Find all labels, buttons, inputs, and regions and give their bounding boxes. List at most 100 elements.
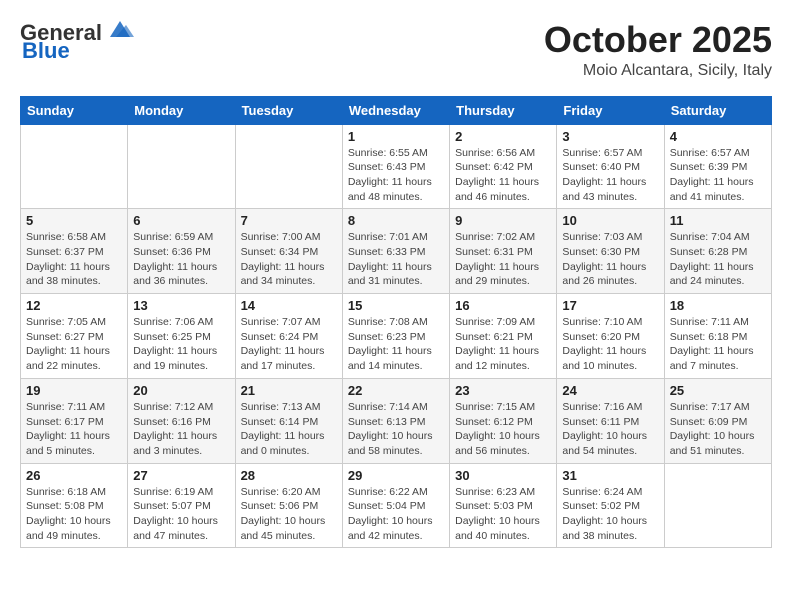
day-number: 1	[348, 129, 444, 144]
day-info: Sunrise: 7:13 AM Sunset: 6:14 PM Dayligh…	[241, 400, 337, 459]
day-number: 4	[670, 129, 766, 144]
day-number: 18	[670, 298, 766, 313]
day-info: Sunrise: 7:09 AM Sunset: 6:21 PM Dayligh…	[455, 315, 551, 374]
day-number: 3	[562, 129, 658, 144]
weekday-header-monday: Monday	[128, 96, 235, 124]
day-info: Sunrise: 6:59 AM Sunset: 6:36 PM Dayligh…	[133, 230, 229, 289]
day-info: Sunrise: 7:04 AM Sunset: 6:28 PM Dayligh…	[670, 230, 766, 289]
calendar-day-cell: 3 Sunrise: 6:57 AM Sunset: 6:40 PM Daylig…	[557, 124, 664, 209]
day-info: Sunrise: 7:07 AM Sunset: 6:24 PM Dayligh…	[241, 315, 337, 374]
calendar-day-cell: 12 Sunrise: 7:05 AM Sunset: 6:27 PM Dayli…	[21, 294, 128, 379]
calendar-empty-cell	[128, 124, 235, 209]
logo-icon	[106, 19, 134, 39]
day-number: 27	[133, 468, 229, 483]
calendar-week-row: 1 Sunrise: 6:55 AM Sunset: 6:43 PM Daylig…	[21, 124, 772, 209]
day-info: Sunrise: 7:14 AM Sunset: 6:13 PM Dayligh…	[348, 400, 444, 459]
day-info: Sunrise: 7:03 AM Sunset: 6:30 PM Dayligh…	[562, 230, 658, 289]
day-info: Sunrise: 6:20 AM Sunset: 5:06 PM Dayligh…	[241, 485, 337, 544]
calendar-week-row: 26Sunrise: 6:18 AM Sunset: 5:08 PM Dayli…	[21, 463, 772, 548]
calendar-empty-cell	[21, 124, 128, 209]
day-number: 2	[455, 129, 551, 144]
calendar-week-row: 12 Sunrise: 7:05 AM Sunset: 6:27 PM Dayli…	[21, 294, 772, 379]
logo: General Blue	[20, 20, 134, 64]
calendar-week-row: 5 Sunrise: 6:58 AM Sunset: 6:37 PM Daylig…	[21, 209, 772, 294]
weekday-header-tuesday: Tuesday	[235, 96, 342, 124]
day-info: Sunrise: 7:10 AM Sunset: 6:20 PM Dayligh…	[562, 315, 658, 374]
day-info: Sunrise: 7:06 AM Sunset: 6:25 PM Dayligh…	[133, 315, 229, 374]
calendar-day-cell: 29 Sunrise: 6:22 AM Sunset: 5:04 PM Dayli…	[342, 463, 449, 548]
day-info: Sunrise: 7:05 AM Sunset: 6:27 PM Dayligh…	[26, 315, 122, 374]
calendar-day-cell: 14 Sunrise: 7:07 AM Sunset: 6:24 PM Dayli…	[235, 294, 342, 379]
day-number: 14	[241, 298, 337, 313]
day-number: 19	[26, 383, 122, 398]
weekday-header-thursday: Thursday	[450, 96, 557, 124]
day-info: Sunrise: 6:57 AM Sunset: 6:40 PM Dayligh…	[562, 146, 658, 205]
title-block: October 2025 Moio Alcantara, Sicily, Ita…	[544, 20, 772, 80]
day-number: 31	[562, 468, 658, 483]
calendar-day-cell: 23Sunrise: 7:15 AM Sunset: 6:12 PM Dayli…	[450, 378, 557, 463]
day-info: Sunrise: 7:02 AM Sunset: 6:31 PM Dayligh…	[455, 230, 551, 289]
logo-blue: Blue	[22, 38, 70, 64]
weekday-header-wednesday: Wednesday	[342, 96, 449, 124]
calendar-day-cell: 16Sunrise: 7:09 AM Sunset: 6:21 PM Dayli…	[450, 294, 557, 379]
day-info: Sunrise: 7:15 AM Sunset: 6:12 PM Dayligh…	[455, 400, 551, 459]
day-number: 24	[562, 383, 658, 398]
calendar-day-cell: 15 Sunrise: 7:08 AM Sunset: 6:23 PM Dayli…	[342, 294, 449, 379]
day-number: 17	[562, 298, 658, 313]
day-number: 12	[26, 298, 122, 313]
day-info: Sunrise: 7:11 AM Sunset: 6:17 PM Dayligh…	[26, 400, 122, 459]
day-info: Sunrise: 6:57 AM Sunset: 6:39 PM Dayligh…	[670, 146, 766, 205]
calendar-day-cell: 30 Sunrise: 6:23 AM Sunset: 5:03 PM Dayli…	[450, 463, 557, 548]
calendar-empty-cell	[664, 463, 771, 548]
day-number: 13	[133, 298, 229, 313]
page-header: General Blue October 2025 Moio Alcantara…	[20, 20, 772, 80]
calendar-table: SundayMondayTuesdayWednesdayThursdayFrid…	[20, 96, 772, 549]
day-number: 28	[241, 468, 337, 483]
calendar-day-cell: 25Sunrise: 7:17 AM Sunset: 6:09 PM Dayli…	[664, 378, 771, 463]
day-info: Sunrise: 6:19 AM Sunset: 5:07 PM Dayligh…	[133, 485, 229, 544]
day-number: 30	[455, 468, 551, 483]
day-info: Sunrise: 6:22 AM Sunset: 5:04 PM Dayligh…	[348, 485, 444, 544]
day-number: 9	[455, 213, 551, 228]
day-info: Sunrise: 6:23 AM Sunset: 5:03 PM Dayligh…	[455, 485, 551, 544]
calendar-day-cell: 2 Sunrise: 6:56 AM Sunset: 6:42 PM Daylig…	[450, 124, 557, 209]
calendar-day-cell: 8Sunrise: 7:01 AM Sunset: 6:33 PM Daylig…	[342, 209, 449, 294]
day-info: Sunrise: 7:00 AM Sunset: 6:34 PM Dayligh…	[241, 230, 337, 289]
calendar-day-cell: 9 Sunrise: 7:02 AM Sunset: 6:31 PM Daylig…	[450, 209, 557, 294]
day-number: 25	[670, 383, 766, 398]
calendar-day-cell: 5 Sunrise: 6:58 AM Sunset: 6:37 PM Daylig…	[21, 209, 128, 294]
calendar-day-cell: 18 Sunrise: 7:11 AM Sunset: 6:18 PM Dayli…	[664, 294, 771, 379]
day-number: 5	[26, 213, 122, 228]
day-info: Sunrise: 6:58 AM Sunset: 6:37 PM Dayligh…	[26, 230, 122, 289]
calendar-day-cell: 31 Sunrise: 6:24 AM Sunset: 5:02 PM Dayli…	[557, 463, 664, 548]
calendar-day-cell: 28 Sunrise: 6:20 AM Sunset: 5:06 PM Dayli…	[235, 463, 342, 548]
weekday-header-saturday: Saturday	[664, 96, 771, 124]
calendar-day-cell: 4 Sunrise: 6:57 AM Sunset: 6:39 PM Daylig…	[664, 124, 771, 209]
day-number: 15	[348, 298, 444, 313]
calendar-day-cell: 6Sunrise: 6:59 AM Sunset: 6:36 PM Daylig…	[128, 209, 235, 294]
day-number: 29	[348, 468, 444, 483]
calendar-empty-cell	[235, 124, 342, 209]
weekday-header-row: SundayMondayTuesdayWednesdayThursdayFrid…	[21, 96, 772, 124]
calendar-day-cell: 1 Sunrise: 6:55 AM Sunset: 6:43 PM Daylig…	[342, 124, 449, 209]
day-number: 11	[670, 213, 766, 228]
day-info: Sunrise: 7:08 AM Sunset: 6:23 PM Dayligh…	[348, 315, 444, 374]
day-info: Sunrise: 7:16 AM Sunset: 6:11 PM Dayligh…	[562, 400, 658, 459]
day-number: 7	[241, 213, 337, 228]
day-info: Sunrise: 6:56 AM Sunset: 6:42 PM Dayligh…	[455, 146, 551, 205]
day-info: Sunrise: 6:24 AM Sunset: 5:02 PM Dayligh…	[562, 485, 658, 544]
day-number: 26	[26, 468, 122, 483]
calendar-day-cell: 11 Sunrise: 7:04 AM Sunset: 6:28 PM Dayli…	[664, 209, 771, 294]
calendar-day-cell: 21Sunrise: 7:13 AM Sunset: 6:14 PM Dayli…	[235, 378, 342, 463]
calendar-day-cell: 13 Sunrise: 7:06 AM Sunset: 6:25 PM Dayli…	[128, 294, 235, 379]
weekday-header-friday: Friday	[557, 96, 664, 124]
day-info: Sunrise: 7:11 AM Sunset: 6:18 PM Dayligh…	[670, 315, 766, 374]
calendar-day-cell: 24 Sunrise: 7:16 AM Sunset: 6:11 PM Dayli…	[557, 378, 664, 463]
calendar-day-cell: 17 Sunrise: 7:10 AM Sunset: 6:20 PM Dayli…	[557, 294, 664, 379]
calendar-day-cell: 22Sunrise: 7:14 AM Sunset: 6:13 PM Dayli…	[342, 378, 449, 463]
day-info: Sunrise: 6:55 AM Sunset: 6:43 PM Dayligh…	[348, 146, 444, 205]
weekday-header-sunday: Sunday	[21, 96, 128, 124]
day-info: Sunrise: 7:12 AM Sunset: 6:16 PM Dayligh…	[133, 400, 229, 459]
calendar-day-cell: 19 Sunrise: 7:11 AM Sunset: 6:17 PM Dayli…	[21, 378, 128, 463]
calendar-day-cell: 10Sunrise: 7:03 AM Sunset: 6:30 PM Dayli…	[557, 209, 664, 294]
